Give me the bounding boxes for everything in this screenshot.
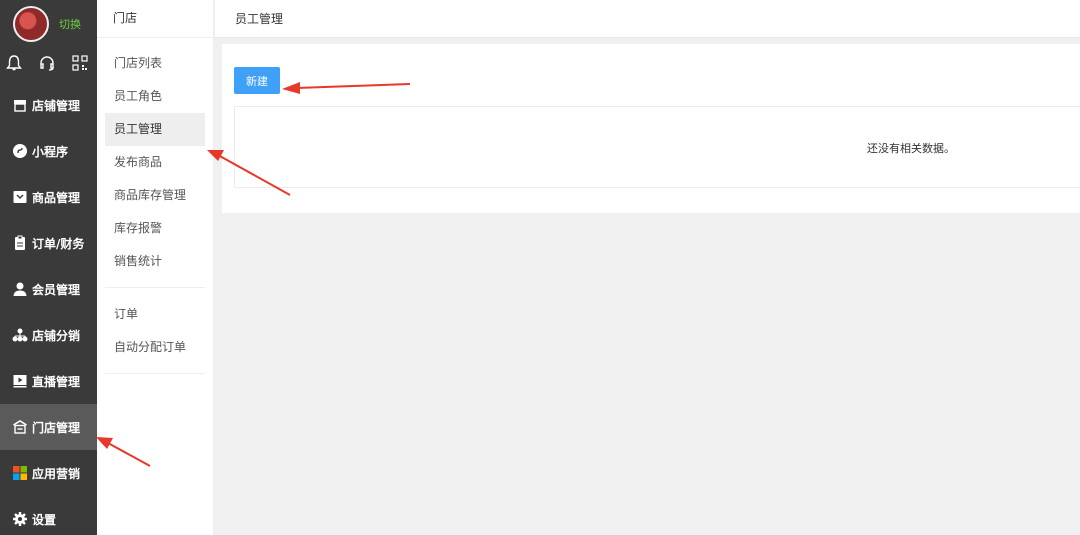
annotation-arrows xyxy=(96,82,411,467)
arrow-to-staff-management xyxy=(207,150,291,196)
arrow-to-shop-management xyxy=(96,437,151,467)
arrow-to-new-button xyxy=(282,82,411,94)
